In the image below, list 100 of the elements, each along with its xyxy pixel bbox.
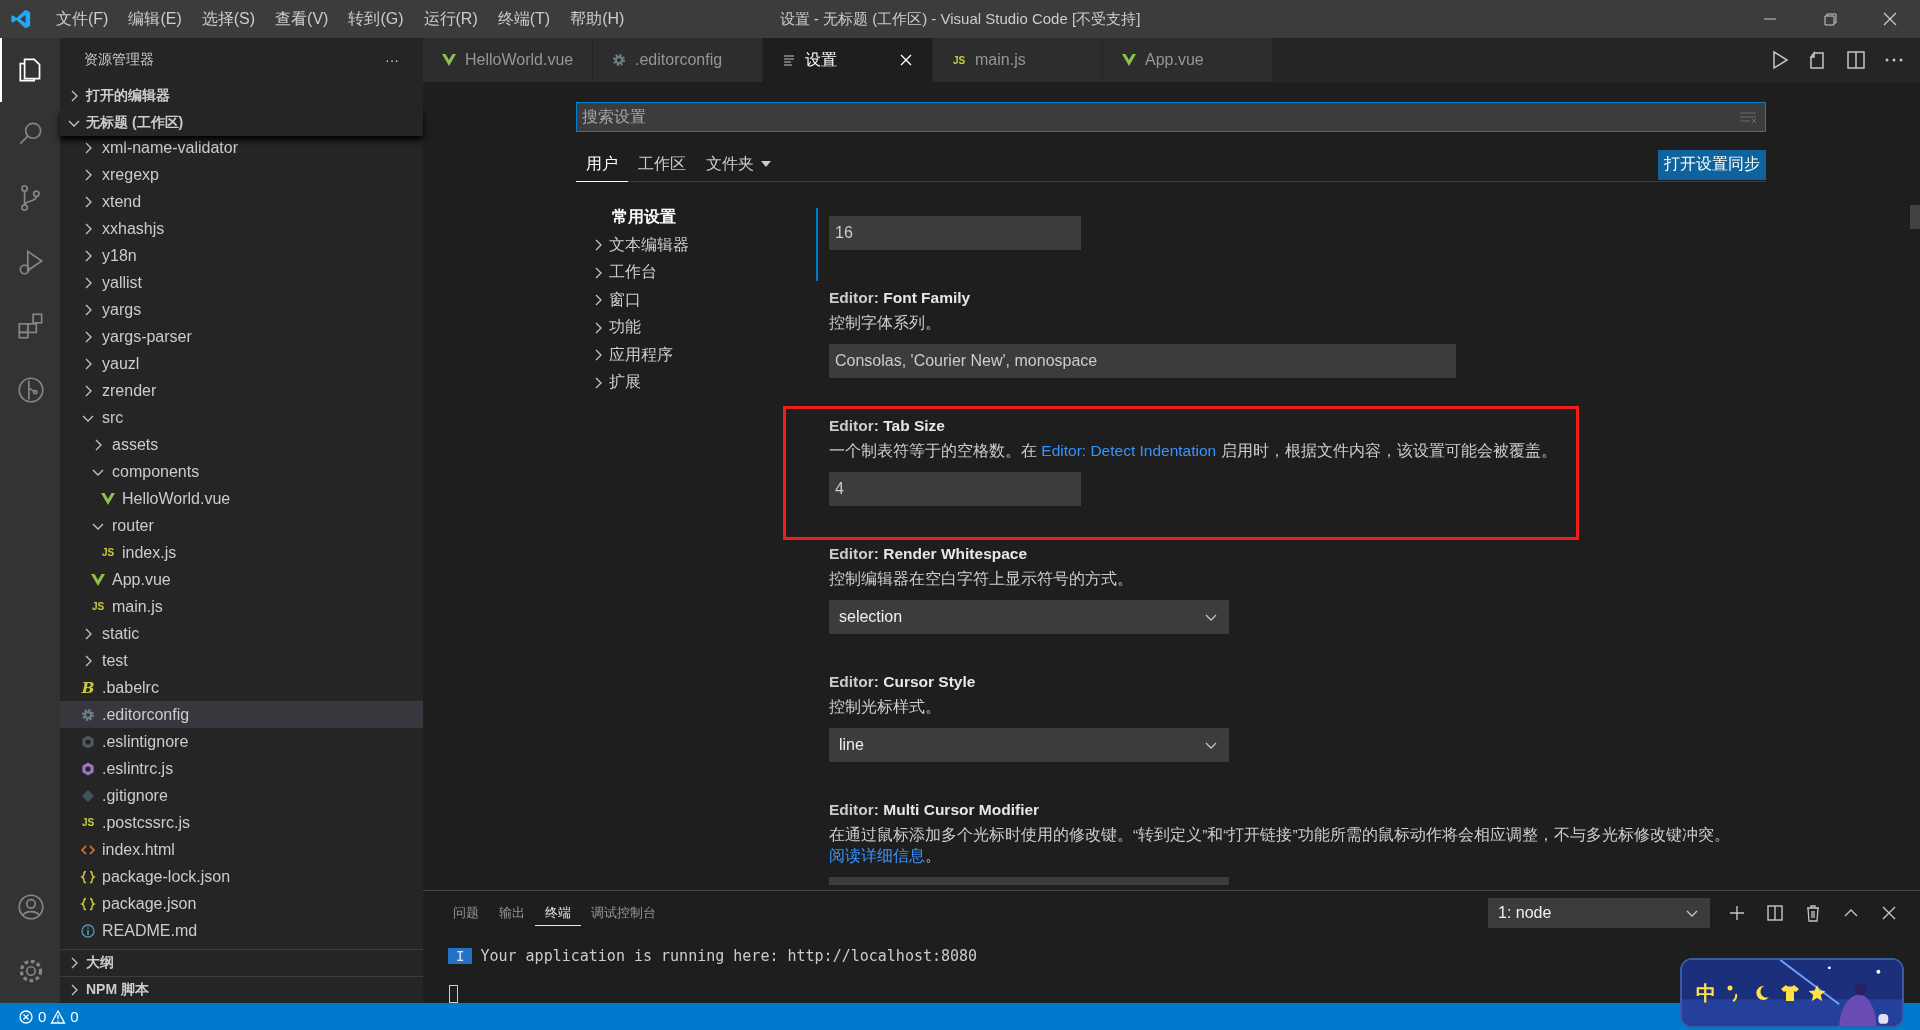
panel-tab[interactable]: 终端 (535, 900, 581, 926)
link[interactable]: Editor: Detect Indentation (1041, 442, 1217, 459)
file-item[interactable]: package-lock.json (60, 863, 423, 890)
toc-item[interactable]: 应用程序 (590, 341, 816, 369)
folder-item[interactable]: yargs-parser (60, 323, 423, 350)
section-header[interactable]: 无标题 (工作区) (60, 109, 423, 136)
menu-item[interactable]: 选择(S) (191, 4, 266, 34)
more-actions[interactable]: ··· (385, 52, 399, 68)
error-count[interactable]: 0 (38, 1008, 47, 1025)
scope-tab[interactable]: 工作区 (628, 147, 696, 182)
toc-item[interactable]: 常用设置 (590, 204, 816, 232)
folder-item[interactable]: assets (60, 431, 423, 458)
window-title: 设置 - 无标题 (工作区) - Visual Studio Code [不受支持] (779, 9, 1141, 29)
sync-button[interactable]: 打开设置同步 (1658, 149, 1766, 180)
file-item[interactable]: package.json (60, 890, 423, 917)
toc-item[interactable]: 窗口 (590, 286, 816, 314)
warning-icon[interactable] (50, 1008, 67, 1025)
file-item[interactable]: .eslintignore (60, 728, 423, 755)
file-item[interactable]: App.vue (60, 566, 423, 593)
app-logo-icon (10, 8, 32, 30)
setting-input[interactable] (829, 877, 1229, 885)
folder-item[interactable]: zrender (60, 377, 423, 404)
warning-count[interactable]: 0 (70, 1008, 79, 1025)
star-icon[interactable] (1808, 984, 1826, 1002)
error-icon[interactable] (18, 1008, 34, 1025)
ime-mode[interactable]: 中 (1696, 980, 1716, 1007)
panel-tab[interactable]: 调试控制台 (581, 900, 666, 926)
setting-input[interactable]: 4 (829, 472, 1081, 506)
panel-tab[interactable]: 输出 (489, 900, 535, 926)
menu-item[interactable]: 转到(G) (338, 4, 414, 34)
split-icon[interactable] (1764, 902, 1786, 924)
search-field[interactable]: 搜索设置 (576, 102, 1766, 132)
info-badge: I (448, 948, 473, 964)
scrollbar-thumb[interactable] (1910, 205, 1920, 229)
folder-item[interactable]: router (60, 512, 423, 539)
folder-item[interactable]: xtend (60, 188, 423, 215)
folder-item[interactable]: xregexp (60, 161, 423, 188)
editor-tab[interactable]: 设置 (763, 38, 933, 82)
setting-description: 控制光标样式。 (829, 697, 942, 717)
diamond-icon (80, 787, 96, 804)
file-item[interactable]: JS main.js (60, 593, 423, 620)
file-item[interactable]: JS .postcssrc.js (60, 809, 423, 836)
menu-item[interactable]: 运行(R) (413, 4, 488, 34)
toc-item[interactable]: 扩展 (590, 369, 816, 397)
folder-item[interactable]: xxhashjs (60, 215, 423, 242)
setting-input[interactable]: Consolas, 'Courier New', monospace (829, 344, 1456, 378)
setting-title: Editor: Font Family (829, 289, 972, 307)
terminal-line: Your application is running here: http://localhost:8080 (480, 947, 978, 965)
menu-item[interactable]: 文件(F) (46, 4, 119, 34)
editor-tab[interactable]: JS main.js (933, 38, 1103, 82)
menu-item[interactable]: 编辑(E) (118, 4, 192, 34)
punctuation-icon[interactable] (1726, 984, 1740, 1002)
editor-tab[interactable]: App.vue (1103, 38, 1273, 82)
file-item[interactable]: HelloWorld.vue (60, 485, 423, 512)
close-icon[interactable] (898, 52, 914, 68)
menu-item[interactable]: 查看(V) (265, 4, 339, 34)
toc-item[interactable]: 工作台 (590, 259, 816, 287)
gear-icon (80, 706, 96, 723)
folder-item[interactable]: yallist (60, 269, 423, 296)
folder-item[interactable]: yauzl (60, 350, 423, 377)
folder-item[interactable]: test (60, 647, 423, 674)
folder-item[interactable]: src (60, 404, 423, 431)
file-item[interactable]: .gitignore (60, 782, 423, 809)
shirt-icon[interactable] (1780, 984, 1800, 1002)
setting-title: Editor: Cursor Style (829, 673, 977, 691)
menu-item[interactable]: 帮助(H) (560, 4, 635, 34)
setting-description: 控制字体系列。 (829, 313, 942, 333)
folder-item[interactable]: components (60, 458, 423, 485)
file-item[interactable]: .eslintrc.js (60, 755, 423, 782)
file-item[interactable]: B .babelrc (60, 674, 423, 701)
folder-item[interactable]: y18n (60, 242, 423, 269)
setting-dropdown[interactable]: line (829, 728, 1229, 762)
editor-tab[interactable]: .editorconfig (593, 38, 763, 82)
js-icon: JS (951, 54, 967, 66)
folder-item[interactable]: static (60, 620, 423, 647)
file-item[interactable]: JS index.js (60, 539, 423, 566)
link[interactable]: 阅读详细信息 (829, 847, 925, 864)
toc-item[interactable]: 功能 (590, 314, 816, 342)
list-icon (781, 52, 797, 68)
menu-item[interactable]: 终端(T) (487, 4, 561, 34)
toc-item[interactable]: 文本编辑器 (590, 231, 816, 259)
setting-input[interactable]: 16 (829, 216, 1081, 250)
folder-item[interactable]: yargs (60, 296, 423, 323)
setting-dropdown[interactable]: selection (829, 600, 1229, 634)
vue-icon (90, 571, 106, 588)
file-item[interactable]: README.md (60, 917, 423, 944)
terminal-dropdown[interactable]: 1: node (1488, 898, 1710, 928)
scope-tab[interactable]: 用户 (576, 147, 628, 182)
ime-toolbar[interactable]: 中 (1680, 958, 1904, 1028)
hexagon-icon (80, 760, 96, 777)
file-item[interactable]: index.html (60, 836, 423, 863)
setting-description: 在通过鼠标添加多个光标时使用的修改键。“转到定义”和“打开链接”功能所需的鼠标动作将会相应调整，不与多光标修改键冲突。 阅读详细信息。 (829, 825, 1731, 866)
folder-item[interactable]: xml-name-validator (60, 136, 423, 161)
scope-tab[interactable]: 文件夹 (696, 147, 782, 182)
setting-title: Editor: Tab Size (829, 417, 946, 435)
editor-tab[interactable]: HelloWorld.vue (423, 38, 593, 82)
panel-tab[interactable]: 问题 (443, 900, 489, 926)
split-editor-icon[interactable] (1844, 48, 1868, 72)
file-item[interactable]: .editorconfig (60, 701, 423, 728)
js-icon: JS (90, 601, 106, 612)
